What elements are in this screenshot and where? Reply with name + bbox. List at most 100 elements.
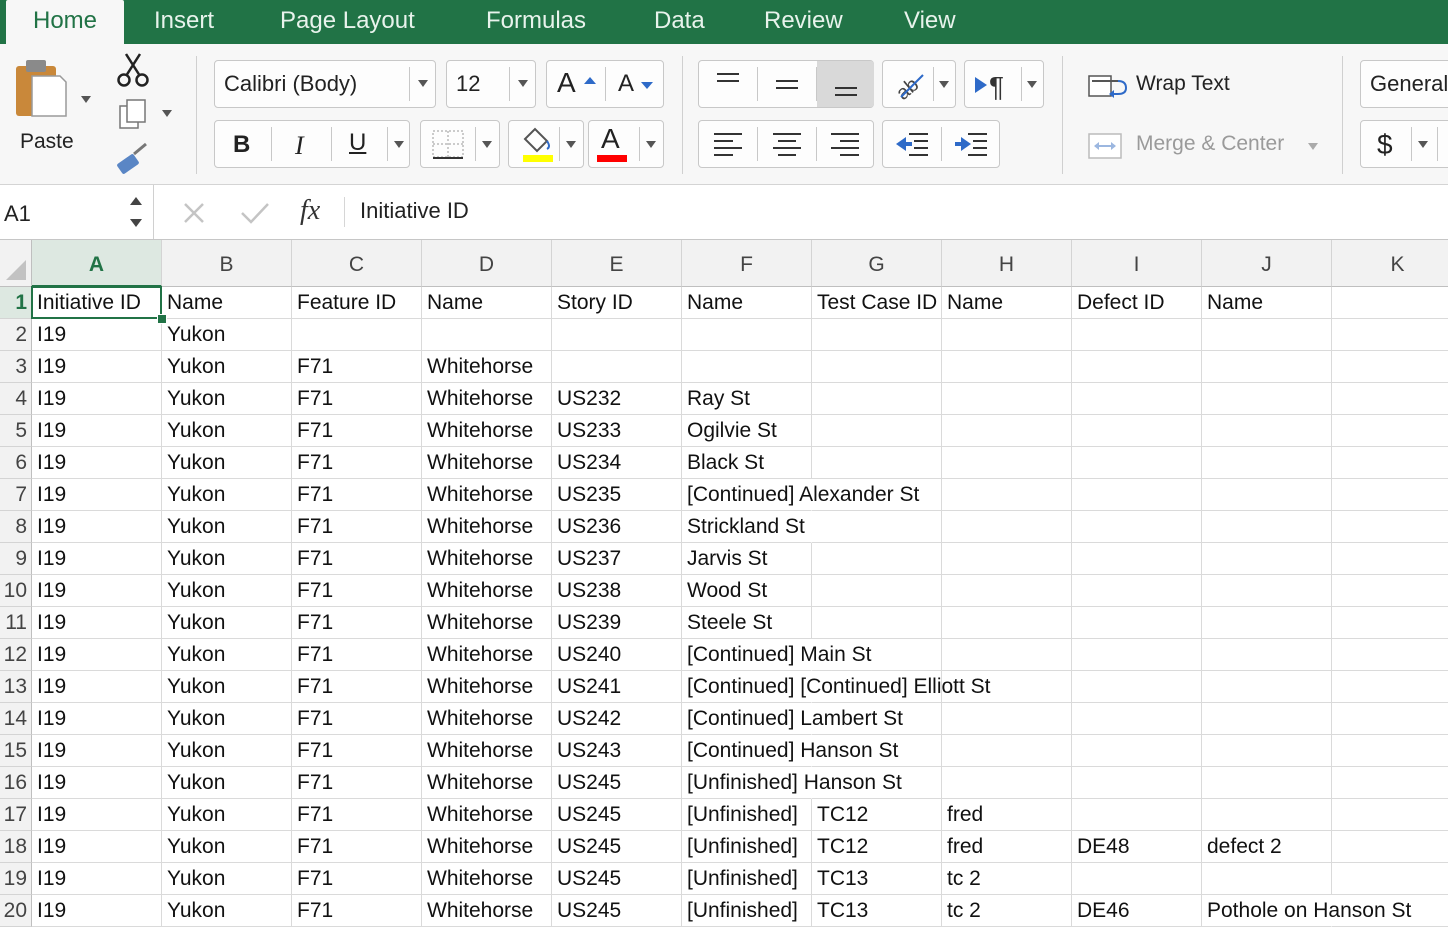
cell-d2[interactable] bbox=[422, 319, 552, 351]
stepper-arrows-icon[interactable] bbox=[128, 193, 144, 231]
cell-f9[interactable]: Jarvis St bbox=[682, 543, 812, 575]
cell-h7[interactable] bbox=[942, 479, 1072, 511]
row-header-10[interactable]: 10 bbox=[0, 575, 32, 607]
cell-i16[interactable] bbox=[1072, 767, 1202, 799]
cell-d8[interactable]: Whitehorse bbox=[422, 511, 552, 543]
cell-k1[interactable] bbox=[1332, 287, 1448, 319]
cell-d4[interactable]: Whitehorse bbox=[422, 383, 552, 415]
column-header-d[interactable]: D bbox=[422, 240, 552, 287]
row-header-9[interactable]: 9 bbox=[0, 543, 32, 575]
cell-k18[interactable] bbox=[1332, 831, 1448, 863]
cell-b15[interactable]: Yukon bbox=[162, 735, 292, 767]
cell-k11[interactable] bbox=[1332, 607, 1448, 639]
increase-indent-button[interactable] bbox=[942, 121, 1000, 167]
cell-f5[interactable]: Ogilvie St bbox=[682, 415, 812, 447]
cell-c19[interactable]: F71 bbox=[292, 863, 422, 895]
cell-f8[interactable]: Strickland St bbox=[682, 511, 812, 543]
cell-j8[interactable] bbox=[1202, 511, 1332, 543]
cell-f18[interactable]: [Unfinished] bbox=[682, 831, 812, 863]
cell-a4[interactable]: I19 bbox=[32, 383, 162, 415]
enter-checkmark-icon[interactable] bbox=[240, 201, 270, 225]
cell-h16[interactable] bbox=[942, 767, 1072, 799]
column-header-i[interactable]: I bbox=[1072, 240, 1202, 287]
cell-j15[interactable] bbox=[1202, 735, 1332, 767]
wrap-text-button[interactable]: Wrap Text bbox=[1086, 66, 1256, 106]
cell-k19[interactable] bbox=[1332, 863, 1448, 895]
cell-a18[interactable]: I19 bbox=[32, 831, 162, 863]
cell-k10[interactable] bbox=[1332, 575, 1448, 607]
cell-a20[interactable]: I19 bbox=[32, 895, 162, 927]
row-header-11[interactable]: 11 bbox=[0, 607, 32, 639]
cell-i9[interactable] bbox=[1072, 543, 1202, 575]
cell-b14[interactable]: Yukon bbox=[162, 703, 292, 735]
align-center-button[interactable] bbox=[758, 121, 816, 167]
cell-j18[interactable]: defect 2 bbox=[1202, 831, 1332, 863]
cell-d6[interactable]: Whitehorse bbox=[422, 447, 552, 479]
cell-d13[interactable]: Whitehorse bbox=[422, 671, 552, 703]
cell-d14[interactable]: Whitehorse bbox=[422, 703, 552, 735]
cell-i4[interactable] bbox=[1072, 383, 1202, 415]
align-left-button[interactable] bbox=[699, 121, 757, 167]
cell-f19[interactable]: [Unfinished] bbox=[682, 863, 812, 895]
column-header-g[interactable]: G bbox=[812, 240, 942, 287]
cell-j17[interactable] bbox=[1202, 799, 1332, 831]
cell-e4[interactable]: US232 bbox=[552, 383, 682, 415]
cell-d11[interactable]: Whitehorse bbox=[422, 607, 552, 639]
cell-b16[interactable]: Yukon bbox=[162, 767, 292, 799]
cell-d5[interactable]: Whitehorse bbox=[422, 415, 552, 447]
underline-button[interactable]: U bbox=[349, 129, 366, 157]
cell-b4[interactable]: Yukon bbox=[162, 383, 292, 415]
cell-i15[interactable] bbox=[1072, 735, 1202, 767]
cell-e5[interactable]: US233 bbox=[552, 415, 682, 447]
cell-e20[interactable]: US245 bbox=[552, 895, 682, 927]
cell-f6[interactable]: Black St bbox=[682, 447, 812, 479]
row-header-4[interactable]: 4 bbox=[0, 383, 32, 415]
cell-c20[interactable]: F71 bbox=[292, 895, 422, 927]
cell-f2[interactable] bbox=[682, 319, 812, 351]
row-header-6[interactable]: 6 bbox=[0, 447, 32, 479]
cell-c10[interactable]: F71 bbox=[292, 575, 422, 607]
cell-d17[interactable]: Whitehorse bbox=[422, 799, 552, 831]
cell-k5[interactable] bbox=[1332, 415, 1448, 447]
cell-f20[interactable]: [Unfinished] bbox=[682, 895, 812, 927]
tab-page-layout[interactable]: Page Layout bbox=[280, 0, 415, 44]
cell-k7[interactable] bbox=[1332, 479, 1448, 511]
cell-j10[interactable] bbox=[1202, 575, 1332, 607]
cell-e2[interactable] bbox=[552, 319, 682, 351]
cell-b10[interactable]: Yukon bbox=[162, 575, 292, 607]
cell-a6[interactable]: I19 bbox=[32, 447, 162, 479]
cell-i13[interactable] bbox=[1072, 671, 1202, 703]
cell-f7[interactable]: [Continued] Alexander St bbox=[682, 479, 919, 511]
cell-h3[interactable] bbox=[942, 351, 1072, 383]
column-header-e[interactable]: E bbox=[552, 240, 682, 287]
cell-b18[interactable]: Yukon bbox=[162, 831, 292, 863]
cell-c17[interactable]: F71 bbox=[292, 799, 422, 831]
cell-h6[interactable] bbox=[942, 447, 1072, 479]
column-header-c[interactable]: C bbox=[292, 240, 422, 287]
row-header-8[interactable]: 8 bbox=[0, 511, 32, 543]
cell-f4[interactable]: Ray St bbox=[682, 383, 812, 415]
cell-a15[interactable]: I19 bbox=[32, 735, 162, 767]
orientation-button[interactable]: ab bbox=[882, 60, 956, 108]
cell-e3[interactable] bbox=[552, 351, 682, 383]
cell-a16[interactable]: I19 bbox=[32, 767, 162, 799]
font-name-dropdown[interactable]: Calibri (Body) bbox=[214, 60, 436, 108]
cell-e19[interactable]: US245 bbox=[552, 863, 682, 895]
cell-a8[interactable]: I19 bbox=[32, 511, 162, 543]
cell-d9[interactable]: Whitehorse bbox=[422, 543, 552, 575]
cell-d7[interactable]: Whitehorse bbox=[422, 479, 552, 511]
cell-e18[interactable]: US245 bbox=[552, 831, 682, 863]
cell-i20[interactable]: DE46 bbox=[1072, 895, 1202, 927]
cell-g18[interactable]: TC12 bbox=[812, 831, 942, 863]
row-header-13[interactable]: 13 bbox=[0, 671, 32, 703]
row-header-17[interactable]: 17 bbox=[0, 799, 32, 831]
bottom-align-button[interactable] bbox=[817, 61, 874, 107]
cell-h15[interactable] bbox=[942, 735, 1072, 767]
cell-b7[interactable]: Yukon bbox=[162, 479, 292, 511]
cell-f10[interactable]: Wood St bbox=[682, 575, 812, 607]
cell-j3[interactable] bbox=[1202, 351, 1332, 383]
align-right-button[interactable] bbox=[817, 121, 874, 167]
cell-b20[interactable]: Yukon bbox=[162, 895, 292, 927]
cell-c7[interactable]: F71 bbox=[292, 479, 422, 511]
cell-b9[interactable]: Yukon bbox=[162, 543, 292, 575]
